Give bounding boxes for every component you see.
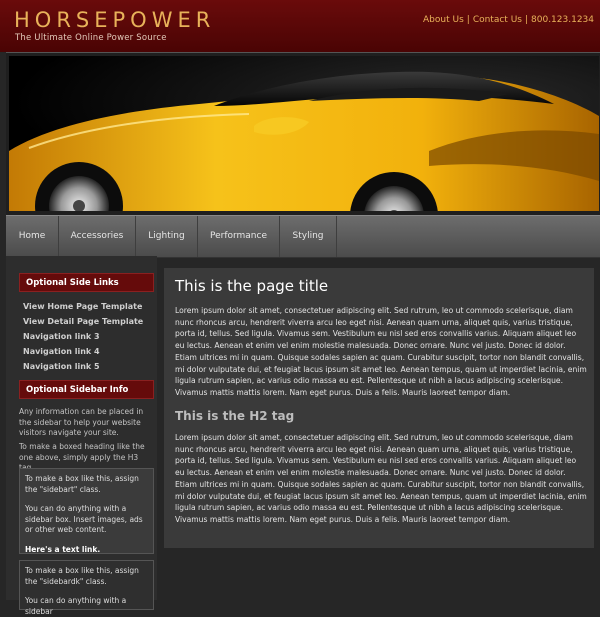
- sidebar-info-text: Any information can be placed in the sid…: [19, 407, 144, 437]
- body-paragraph: Lorem ipsum dolor sit amet, consectetuer…: [175, 433, 587, 524]
- site-header: HORSEPOWER The Ultimate Online Power Sou…: [0, 0, 600, 52]
- sidebar-link-detail-template[interactable]: View Detail Page Template: [23, 317, 143, 326]
- sidebar-link-nav-5[interactable]: Navigation link 5: [23, 362, 100, 371]
- main-nav: Home Accessories Lighting Performance St…: [6, 215, 600, 258]
- sidebar-link-nav-3[interactable]: Navigation link 3: [23, 332, 100, 341]
- phone-number: 800.123.1234: [531, 15, 594, 25]
- sidebar-box-text: To make a box like this, assign the "sid…: [25, 474, 139, 494]
- body-paragraph: Lorem ipsum dolor sit amet, consectetuer…: [175, 306, 587, 397]
- sidebar-box-text: You can do anything with a sidebar box. …: [25, 504, 143, 534]
- hero-car-image: [9, 56, 599, 211]
- sidebar: Optional Side Links View Home Page Templ…: [6, 256, 157, 616]
- page-title: This is the page title: [175, 277, 329, 295]
- link-separator: |: [524, 15, 529, 25]
- top-links: About Us | Contact Us | 800.123.1234: [423, 15, 594, 25]
- sidebar-box-text: To make a box like this, assign the "sid…: [25, 566, 139, 586]
- hero-frame: [6, 52, 600, 216]
- about-us-link[interactable]: About Us: [423, 15, 464, 25]
- sidebar-link-nav-4[interactable]: Navigation link 4: [23, 347, 100, 356]
- sidebar-link-home-template[interactable]: View Home Page Template: [23, 302, 142, 311]
- nav-item-performance[interactable]: Performance: [198, 216, 280, 257]
- sidebar-box-text-link[interactable]: Here's a text link.: [25, 545, 148, 556]
- sidebar-box-dark: To make a box like this, assign the "sid…: [19, 560, 154, 616]
- main-content: This is the page title Lorem ipsum dolor…: [164, 268, 594, 548]
- h2-heading: This is the H2 tag: [175, 409, 295, 423]
- nav-item-home[interactable]: Home: [6, 216, 59, 257]
- sidebar-box-text: You can do anything with a sidebar: [25, 596, 127, 616]
- sidebar-box-light: To make a box like this, assign the "sid…: [19, 468, 154, 554]
- nav-item-lighting[interactable]: Lighting: [136, 216, 198, 257]
- nav-item-accessories[interactable]: Accessories: [59, 216, 136, 257]
- sports-car-illustration: [9, 71, 599, 211]
- site-logo[interactable]: HORSEPOWER: [14, 8, 215, 32]
- contact-us-link[interactable]: Contact Us: [473, 15, 522, 25]
- site-tagline: The Ultimate Online Power Source: [15, 33, 167, 43]
- link-separator: |: [466, 15, 470, 25]
- sidebar-heading-links: Optional Side Links: [19, 273, 154, 292]
- nav-item-styling[interactable]: Styling: [280, 216, 337, 257]
- sidebar-heading-info: Optional Sidebar Info: [19, 380, 154, 399]
